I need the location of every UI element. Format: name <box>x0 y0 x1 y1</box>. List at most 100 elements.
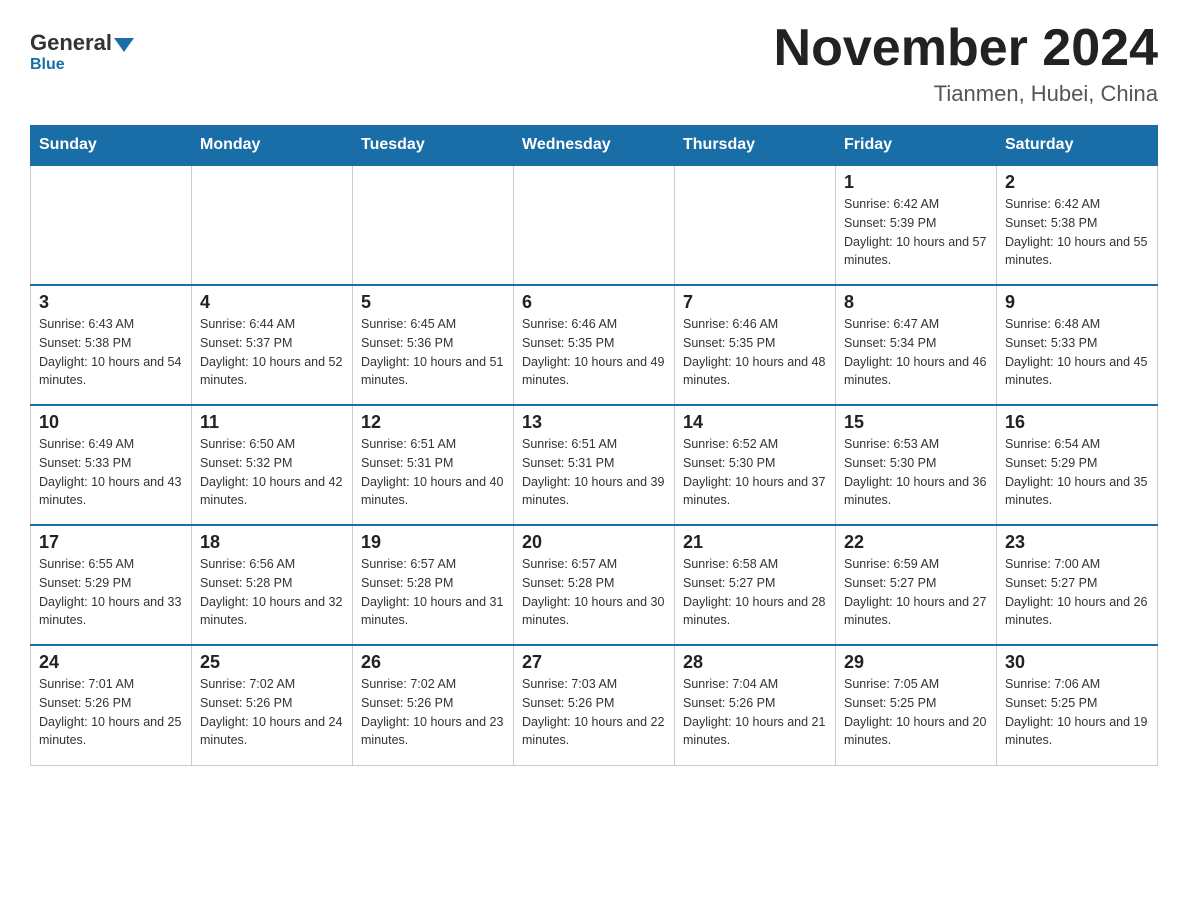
day-number: 17 <box>39 532 183 553</box>
table-row: 16Sunrise: 6:54 AMSunset: 5:29 PMDayligh… <box>997 405 1158 525</box>
table-row: 20Sunrise: 6:57 AMSunset: 5:28 PMDayligh… <box>514 525 675 645</box>
table-row: 10Sunrise: 6:49 AMSunset: 5:33 PMDayligh… <box>31 405 192 525</box>
week-row-5: 24Sunrise: 7:01 AMSunset: 5:26 PMDayligh… <box>31 645 1158 765</box>
day-info: Sunrise: 6:58 AMSunset: 5:27 PMDaylight:… <box>683 555 827 630</box>
day-number: 9 <box>1005 292 1149 313</box>
day-number: 30 <box>1005 652 1149 673</box>
table-row: 25Sunrise: 7:02 AMSunset: 5:26 PMDayligh… <box>192 645 353 765</box>
day-info: Sunrise: 6:57 AMSunset: 5:28 PMDaylight:… <box>361 555 505 630</box>
col-sunday: Sunday <box>31 126 192 166</box>
col-tuesday: Tuesday <box>353 126 514 166</box>
day-info: Sunrise: 6:52 AMSunset: 5:30 PMDaylight:… <box>683 435 827 510</box>
table-row <box>192 165 353 285</box>
table-row: 2Sunrise: 6:42 AMSunset: 5:38 PMDaylight… <box>997 165 1158 285</box>
table-row <box>514 165 675 285</box>
day-info: Sunrise: 7:05 AMSunset: 5:25 PMDaylight:… <box>844 675 988 750</box>
table-row: 11Sunrise: 6:50 AMSunset: 5:32 PMDayligh… <box>192 405 353 525</box>
col-saturday: Saturday <box>997 126 1158 166</box>
day-number: 25 <box>200 652 344 673</box>
table-row: 7Sunrise: 6:46 AMSunset: 5:35 PMDaylight… <box>675 285 836 405</box>
table-row: 24Sunrise: 7:01 AMSunset: 5:26 PMDayligh… <box>31 645 192 765</box>
calendar-title: November 2024 <box>774 20 1158 77</box>
day-info: Sunrise: 7:00 AMSunset: 5:27 PMDaylight:… <box>1005 555 1149 630</box>
logo-general-text: General <box>30 30 112 56</box>
day-number: 19 <box>361 532 505 553</box>
day-info: Sunrise: 6:59 AMSunset: 5:27 PMDaylight:… <box>844 555 988 630</box>
day-number: 14 <box>683 412 827 433</box>
day-info: Sunrise: 6:51 AMSunset: 5:31 PMDaylight:… <box>522 435 666 510</box>
day-number: 16 <box>1005 412 1149 433</box>
col-friday: Friday <box>836 126 997 166</box>
day-info: Sunrise: 6:51 AMSunset: 5:31 PMDaylight:… <box>361 435 505 510</box>
day-number: 10 <box>39 412 183 433</box>
day-info: Sunrise: 6:57 AMSunset: 5:28 PMDaylight:… <box>522 555 666 630</box>
calendar-table: Sunday Monday Tuesday Wednesday Thursday… <box>30 125 1158 766</box>
logo: General Blue <box>30 30 134 74</box>
day-number: 8 <box>844 292 988 313</box>
day-number: 28 <box>683 652 827 673</box>
table-row <box>353 165 514 285</box>
day-number: 24 <box>39 652 183 673</box>
col-thursday: Thursday <box>675 126 836 166</box>
day-number: 22 <box>844 532 988 553</box>
week-row-4: 17Sunrise: 6:55 AMSunset: 5:29 PMDayligh… <box>31 525 1158 645</box>
day-info: Sunrise: 7:01 AMSunset: 5:26 PMDaylight:… <box>39 675 183 750</box>
table-row: 5Sunrise: 6:45 AMSunset: 5:36 PMDaylight… <box>353 285 514 405</box>
day-number: 21 <box>683 532 827 553</box>
table-row: 8Sunrise: 6:47 AMSunset: 5:34 PMDaylight… <box>836 285 997 405</box>
day-number: 13 <box>522 412 666 433</box>
calendar-subtitle: Tianmen, Hubei, China <box>774 81 1158 107</box>
table-row: 18Sunrise: 6:56 AMSunset: 5:28 PMDayligh… <box>192 525 353 645</box>
day-info: Sunrise: 7:04 AMSunset: 5:26 PMDaylight:… <box>683 675 827 750</box>
day-number: 20 <box>522 532 666 553</box>
table-row: 14Sunrise: 6:52 AMSunset: 5:30 PMDayligh… <box>675 405 836 525</box>
header-row: Sunday Monday Tuesday Wednesday Thursday… <box>31 126 1158 166</box>
table-row: 29Sunrise: 7:05 AMSunset: 5:25 PMDayligh… <box>836 645 997 765</box>
table-row: 23Sunrise: 7:00 AMSunset: 5:27 PMDayligh… <box>997 525 1158 645</box>
day-info: Sunrise: 6:44 AMSunset: 5:37 PMDaylight:… <box>200 315 344 390</box>
table-row: 28Sunrise: 7:04 AMSunset: 5:26 PMDayligh… <box>675 645 836 765</box>
day-number: 6 <box>522 292 666 313</box>
table-row <box>31 165 192 285</box>
table-row: 21Sunrise: 6:58 AMSunset: 5:27 PMDayligh… <box>675 525 836 645</box>
day-info: Sunrise: 6:42 AMSunset: 5:39 PMDaylight:… <box>844 195 988 270</box>
table-row: 12Sunrise: 6:51 AMSunset: 5:31 PMDayligh… <box>353 405 514 525</box>
table-row: 1Sunrise: 6:42 AMSunset: 5:39 PMDaylight… <box>836 165 997 285</box>
day-number: 18 <box>200 532 344 553</box>
day-number: 3 <box>39 292 183 313</box>
logo-blue-text: Blue <box>30 56 65 74</box>
day-number: 4 <box>200 292 344 313</box>
day-number: 11 <box>200 412 344 433</box>
day-number: 7 <box>683 292 827 313</box>
day-info: Sunrise: 6:53 AMSunset: 5:30 PMDaylight:… <box>844 435 988 510</box>
day-info: Sunrise: 6:45 AMSunset: 5:36 PMDaylight:… <box>361 315 505 390</box>
day-info: Sunrise: 6:56 AMSunset: 5:28 PMDaylight:… <box>200 555 344 630</box>
day-number: 15 <box>844 412 988 433</box>
day-info: Sunrise: 6:46 AMSunset: 5:35 PMDaylight:… <box>683 315 827 390</box>
day-info: Sunrise: 6:47 AMSunset: 5:34 PMDaylight:… <box>844 315 988 390</box>
day-info: Sunrise: 7:06 AMSunset: 5:25 PMDaylight:… <box>1005 675 1149 750</box>
col-monday: Monday <box>192 126 353 166</box>
day-number: 1 <box>844 172 988 193</box>
week-row-1: 1Sunrise: 6:42 AMSunset: 5:39 PMDaylight… <box>31 165 1158 285</box>
table-row: 30Sunrise: 7:06 AMSunset: 5:25 PMDayligh… <box>997 645 1158 765</box>
day-number: 27 <box>522 652 666 673</box>
day-info: Sunrise: 6:54 AMSunset: 5:29 PMDaylight:… <box>1005 435 1149 510</box>
day-info: Sunrise: 7:02 AMSunset: 5:26 PMDaylight:… <box>200 675 344 750</box>
logo-arrow-icon <box>112 34 134 52</box>
table-row: 13Sunrise: 6:51 AMSunset: 5:31 PMDayligh… <box>514 405 675 525</box>
title-area: November 2024 Tianmen, Hubei, China <box>774 20 1158 107</box>
day-number: 23 <box>1005 532 1149 553</box>
day-info: Sunrise: 6:50 AMSunset: 5:32 PMDaylight:… <box>200 435 344 510</box>
table-row <box>675 165 836 285</box>
table-row: 22Sunrise: 6:59 AMSunset: 5:27 PMDayligh… <box>836 525 997 645</box>
col-wednesday: Wednesday <box>514 126 675 166</box>
week-row-3: 10Sunrise: 6:49 AMSunset: 5:33 PMDayligh… <box>31 405 1158 525</box>
table-row: 6Sunrise: 6:46 AMSunset: 5:35 PMDaylight… <box>514 285 675 405</box>
day-number: 2 <box>1005 172 1149 193</box>
table-row: 27Sunrise: 7:03 AMSunset: 5:26 PMDayligh… <box>514 645 675 765</box>
day-info: Sunrise: 6:43 AMSunset: 5:38 PMDaylight:… <box>39 315 183 390</box>
table-row: 19Sunrise: 6:57 AMSunset: 5:28 PMDayligh… <box>353 525 514 645</box>
day-info: Sunrise: 6:49 AMSunset: 5:33 PMDaylight:… <box>39 435 183 510</box>
table-row: 15Sunrise: 6:53 AMSunset: 5:30 PMDayligh… <box>836 405 997 525</box>
